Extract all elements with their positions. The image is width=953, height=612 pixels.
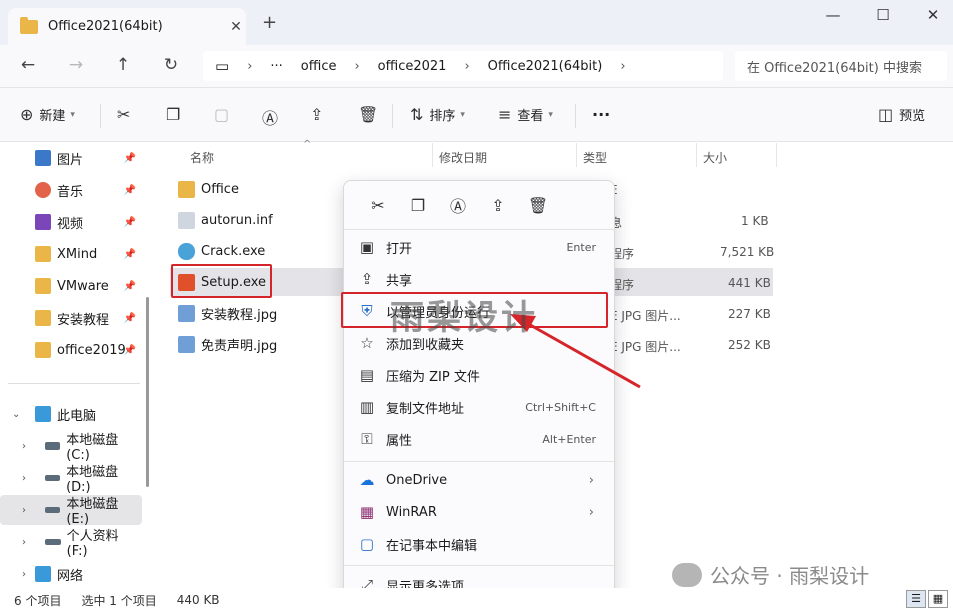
selected-size: 440 KB	[176, 593, 220, 607]
wechat-watermark: 公众号 · 雨梨设计	[672, 560, 869, 589]
details-view-icon[interactable]: ☰	[906, 590, 926, 608]
status-bar: 6 个项目 选中 1 个项目 440 KB	[0, 588, 953, 612]
wechat-label: 公众号 · 雨梨设计	[710, 564, 870, 588]
watermark-text: 雨梨设计	[390, 298, 538, 338]
item-count: 6 个项目	[14, 593, 62, 608]
selected-count: 选中 1 个项目	[81, 593, 157, 608]
tiles-view-icon[interactable]: ▦	[928, 590, 948, 608]
wechat-icon	[672, 562, 702, 587]
